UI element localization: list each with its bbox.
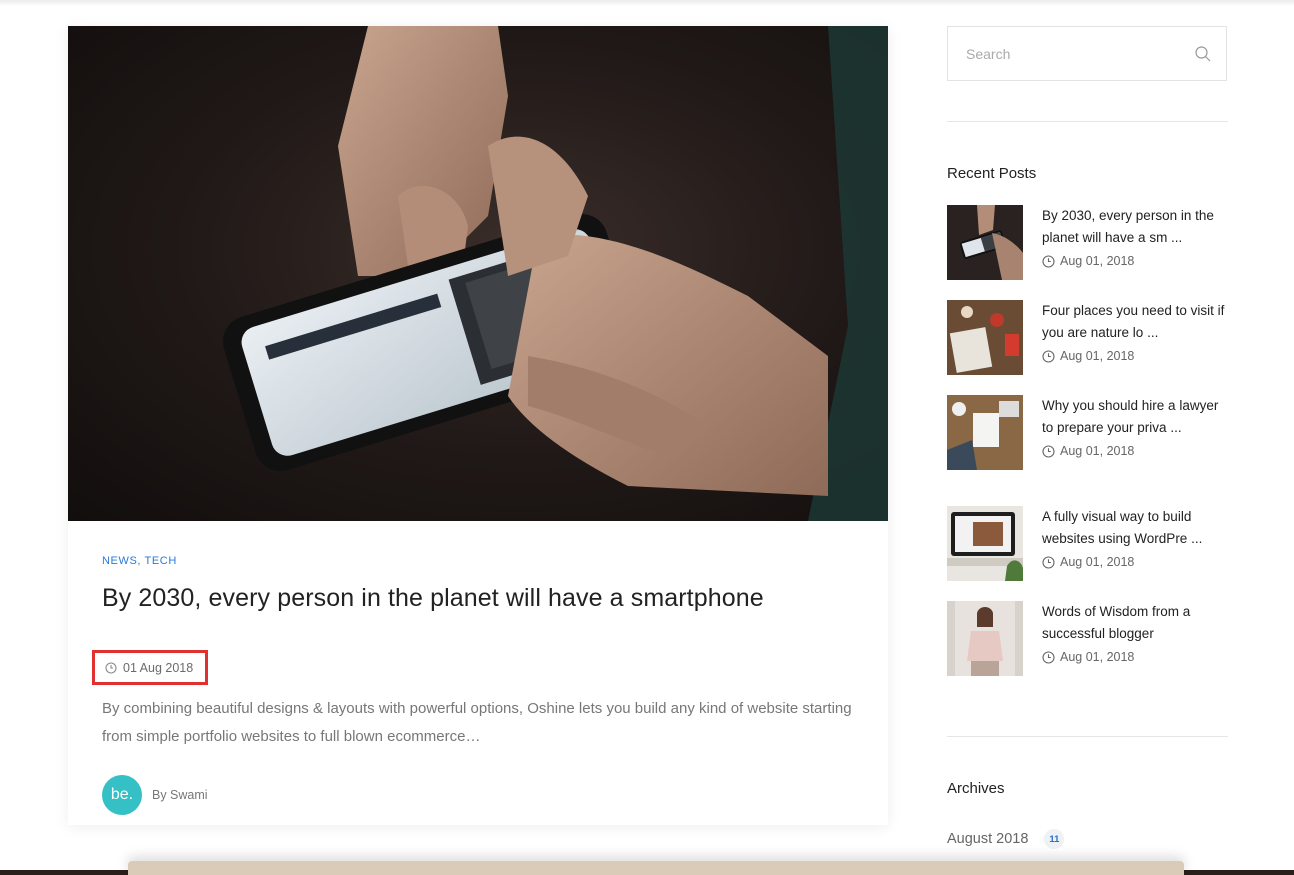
- author-name[interactable]: By Swami: [152, 788, 208, 802]
- post-title[interactable]: By 2030, every person in the planet will…: [102, 584, 862, 613]
- recent-post-title[interactable]: By 2030, every person in the planet will…: [1042, 205, 1230, 249]
- category-separator: ,: [137, 555, 142, 567]
- post-card: NEWS, TECH By 2030, every person in the …: [68, 26, 888, 825]
- recent-post-date-text: Aug 01, 2018: [1060, 444, 1135, 458]
- recent-post-date-text: Aug 01, 2018: [1060, 349, 1135, 363]
- recent-post-thumbnail[interactable]: [947, 506, 1023, 581]
- archive-label[interactable]: August 2018: [947, 831, 1028, 847]
- post-date: 01 Aug 2018: [92, 650, 208, 685]
- clock-icon: [1042, 349, 1055, 363]
- search-input[interactable]: [948, 27, 1226, 80]
- recent-post-text: By 2030, every person in the planet will…: [1042, 205, 1230, 268]
- recent-posts-title: Recent Posts: [947, 165, 1037, 182]
- avatar[interactable]: be.: [102, 775, 142, 815]
- post-featured-image[interactable]: [68, 26, 888, 521]
- recent-post-title[interactable]: Four places you need to visit if you are…: [1042, 300, 1230, 344]
- header-shadow: [0, 0, 1294, 6]
- sidebar-divider: [947, 736, 1228, 737]
- recent-post-date: Aug 01, 2018: [1042, 349, 1230, 363]
- recent-post-date-text: Aug 01, 2018: [1060, 650, 1135, 664]
- clock-icon: [105, 661, 117, 674]
- recent-post-date: Aug 01, 2018: [1042, 444, 1230, 458]
- recent-post-title[interactable]: A fully visual way to build websites usi…: [1042, 506, 1230, 550]
- post-date-text: 01 Aug 2018: [123, 660, 194, 675]
- post-body: NEWS, TECH By 2030, every person in the …: [92, 555, 862, 815]
- recent-post-text: Why you should hire a lawyer to prepare …: [1042, 395, 1230, 458]
- sidebar-divider: [947, 121, 1228, 122]
- clock-icon: [1042, 444, 1055, 458]
- category-link-news[interactable]: NEWS: [102, 555, 137, 567]
- clock-icon: [1042, 555, 1055, 569]
- recent-post-thumbnail[interactable]: [947, 395, 1023, 470]
- category-link-tech[interactable]: TECH: [145, 555, 177, 567]
- recent-post-thumbnail[interactable]: [947, 205, 1023, 280]
- footer-panel: [128, 861, 1184, 875]
- search-icon[interactable]: [1194, 45, 1212, 63]
- clock-icon: [1042, 650, 1055, 664]
- search-box: [947, 26, 1227, 81]
- smartphone-photo: [223, 26, 888, 521]
- recent-post-date: Aug 01, 2018: [1042, 254, 1230, 268]
- recent-post-text: Four places you need to visit if you are…: [1042, 300, 1230, 363]
- recent-post-date: Aug 01, 2018: [1042, 555, 1230, 569]
- recent-post-date-text: Aug 01, 2018: [1060, 254, 1135, 268]
- recent-post-title[interactable]: Why you should hire a lawyer to prepare …: [1042, 395, 1230, 439]
- clock-icon: [1042, 254, 1055, 268]
- post-author[interactable]: be. By Swami: [102, 775, 208, 815]
- post-categories: NEWS, TECH: [102, 555, 862, 567]
- recent-post-text: A fully visual way to build websites usi…: [1042, 506, 1230, 569]
- archive-item[interactable]: August 2018 11: [947, 829, 1065, 849]
- archives-title: Archives: [947, 780, 1005, 797]
- archive-count-badge: 11: [1044, 829, 1065, 849]
- recent-post-date-text: Aug 01, 2018: [1060, 555, 1135, 569]
- sidebar: Recent Posts By 2030, every person in th…: [947, 26, 1228, 849]
- recent-post-text: Words of Wisdom from a successful blogge…: [1042, 601, 1230, 664]
- recent-post-title[interactable]: Words of Wisdom from a successful blogge…: [1042, 601, 1230, 645]
- recent-post-date: Aug 01, 2018: [1042, 650, 1230, 664]
- recent-post-thumbnail[interactable]: [947, 300, 1023, 375]
- recent-post-thumbnail[interactable]: [947, 601, 1023, 676]
- post-excerpt: By combining beautiful designs & layouts…: [102, 700, 852, 745]
